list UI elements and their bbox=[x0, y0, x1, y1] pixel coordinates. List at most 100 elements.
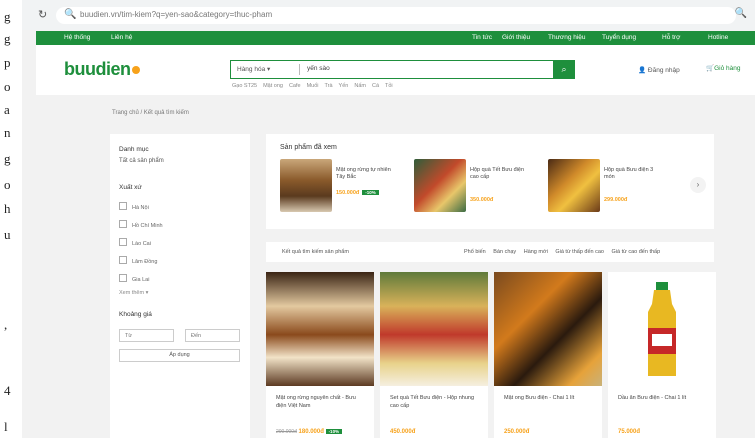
top-nav-item[interactable]: Liên hệ bbox=[111, 34, 132, 41]
old-price: 200.000đ bbox=[276, 429, 297, 435]
recently-viewed: Sản phẩm đã xem Mật ong rừng tự nhiên Tâ… bbox=[266, 134, 714, 229]
product-name: Hộp quà Bưu điện 3 món bbox=[604, 167, 654, 180]
lock-icon: 🔍 bbox=[64, 9, 77, 20]
product-card[interactable]: Dầu ăn Bưu điện - Chai 1 lít 75.000đ bbox=[608, 272, 716, 438]
doc-strip-char: o bbox=[4, 79, 11, 94]
category-title: Danh mục bbox=[119, 146, 149, 153]
origin-label: Gia Lai bbox=[132, 277, 150, 283]
product-image bbox=[380, 272, 488, 386]
checkbox-icon bbox=[119, 202, 127, 210]
viewed-product-card[interactable]: Hộp quà Tết Bưu điện cao cấp 350.000đ bbox=[414, 159, 544, 214]
category-value[interactable]: Tất cả sản phẩm bbox=[119, 158, 164, 164]
search-keyword[interactable]: Muối bbox=[307, 83, 319, 89]
top-nav-item[interactable]: Tuyển dụng bbox=[602, 34, 636, 41]
sort-options: Phổ biến Bán chạy Hàng mới Giá từ thấp đ… bbox=[458, 249, 660, 255]
product-price-row: 200.000đ 180.000đ -10% bbox=[276, 429, 343, 435]
origin-checkbox[interactable]: Lâm Đồng bbox=[119, 256, 157, 265]
sort-option[interactable]: Hàng mới bbox=[524, 249, 548, 255]
product-price: 180.000đ bbox=[298, 429, 324, 435]
sort-option[interactable]: Giá từ cao đến thấp bbox=[612, 249, 661, 255]
product-price: 350.000đ bbox=[470, 197, 494, 203]
product-name: Set quà Tết Bưu điện - Hộp nhung cao cấp bbox=[390, 395, 474, 409]
product-name: Dầu ăn Bưu điện - Chai 1 lít bbox=[618, 395, 687, 401]
product-name: Mật ong rừng nguyên chất - Bưu điện Việt… bbox=[276, 395, 356, 409]
product-image bbox=[548, 159, 600, 212]
doc-strip-char: a bbox=[4, 102, 10, 117]
breadcrumb[interactable]: Trang chủ / Kết quả tìm kiếm bbox=[112, 110, 189, 116]
oil-bottle-image bbox=[648, 282, 676, 376]
search-icon[interactable]: 🔍 bbox=[735, 8, 747, 19]
search-input[interactable]: yến sào bbox=[307, 65, 330, 72]
search-keyword[interactable]: Gạo ST25 bbox=[232, 83, 257, 89]
sort-bar: Kết quả tìm kiếm sản phẩm Phổ biến Bán c… bbox=[266, 242, 714, 262]
show-more-label: Xem thêm bbox=[119, 290, 145, 296]
search-keyword[interactable]: Trà bbox=[325, 83, 333, 89]
cart-link[interactable]: 🛒Giỏ hàng bbox=[706, 64, 740, 72]
top-nav-item[interactable]: Thương hiệu bbox=[548, 34, 586, 41]
sort-option[interactable]: Giá từ thấp đến cao bbox=[555, 249, 604, 255]
product-price: 299.000đ bbox=[604, 197, 628, 203]
search-button[interactable]: ⌕ bbox=[553, 59, 575, 79]
viewed-product-card[interactable]: Hộp quà Bưu điện 3 món 299.000đ bbox=[548, 159, 678, 214]
top-nav-item[interactable]: Hotline bbox=[708, 34, 728, 41]
address-bar[interactable]: 🔍 buudien.vn/tim-kiem?q=yen-sao&category… bbox=[56, 7, 736, 24]
product-image bbox=[494, 272, 602, 386]
product-price: 150.000đ bbox=[336, 190, 360, 196]
login-label: Đăng nhập bbox=[647, 67, 680, 74]
doc-strip-char: 4 bbox=[4, 383, 11, 398]
chevron-right-icon[interactable]: › bbox=[690, 177, 706, 193]
doc-strip-char: u bbox=[4, 227, 11, 242]
cart-icon: 🛒 bbox=[706, 65, 715, 72]
top-nav-item[interactable]: Hệ thống bbox=[64, 34, 90, 41]
reload-icon[interactable]: ↻ bbox=[38, 8, 47, 21]
discount-badge: -10% bbox=[362, 190, 379, 195]
show-more-link[interactable]: Xem thêm ▾ bbox=[119, 290, 148, 296]
origin-checkbox[interactable]: Lào Cai bbox=[119, 238, 151, 247]
site-logo[interactable]: buudien bbox=[64, 59, 140, 80]
product-image bbox=[280, 159, 332, 212]
doc-strip-char: n bbox=[4, 125, 11, 140]
origin-checkbox[interactable]: Gia Lai bbox=[119, 274, 149, 283]
checkbox-icon bbox=[119, 256, 127, 264]
product-card[interactable]: Mật ong rừng nguyên chất - Bưu điện Việt… bbox=[266, 272, 374, 438]
sort-option[interactable]: Phổ biến bbox=[464, 249, 486, 255]
search-keyword[interactable]: Yến bbox=[339, 83, 349, 89]
product-image bbox=[266, 272, 374, 386]
viewed-product-card[interactable]: Mật ong rừng tự nhiên Tây Bắc 150.000đ -1… bbox=[280, 159, 410, 214]
cart-label: Giỏ hàng bbox=[714, 65, 741, 72]
doc-strip-char: g bbox=[4, 31, 11, 46]
login-link[interactable]: 👤 Đăng nhập bbox=[638, 66, 680, 74]
checkbox-icon bbox=[119, 220, 127, 228]
discount-badge: -10% bbox=[325, 429, 343, 434]
origin-checkbox[interactable]: Hà Nội bbox=[119, 202, 149, 211]
product-price-row: 150.000đ -10% bbox=[336, 190, 379, 196]
product-name: Mật ong rừng tự nhiên Tây Bắc bbox=[336, 167, 391, 180]
top-nav-item[interactable]: Giới thiệu bbox=[502, 34, 530, 41]
price-from-input[interactable]: Từ bbox=[119, 329, 174, 342]
apply-price-button[interactable]: Áp dụng bbox=[119, 349, 240, 362]
top-nav-item[interactable]: Hỗ trợ bbox=[662, 34, 680, 41]
product-image bbox=[608, 272, 716, 386]
top-nav: Hệ thống Liên hệ Tin tức Giới thiệu Thươ… bbox=[36, 31, 755, 45]
origin-checkbox[interactable]: Hồ Chí Minh bbox=[119, 220, 163, 229]
search-keyword[interactable]: Mật ong bbox=[263, 83, 283, 89]
search-keywords: Gạo ST25 Mật ong Cafe Muối Trà Yến Nấm Cá Tỏi bbox=[232, 83, 399, 89]
search-category-select[interactable]: Hàng hóa ▾ bbox=[237, 65, 270, 73]
search-keyword[interactable]: Nấm bbox=[354, 83, 366, 89]
results-label: Kết quả tìm kiếm sản phẩm bbox=[282, 249, 349, 255]
origin-title: Xuất xứ bbox=[119, 184, 142, 191]
user-icon: 👤 bbox=[638, 67, 647, 74]
sort-option[interactable]: Bán chạy bbox=[493, 249, 516, 255]
search-category-label: Hàng hóa bbox=[237, 66, 266, 73]
search-divider bbox=[299, 64, 300, 75]
search-keyword[interactable]: Tỏi bbox=[385, 83, 393, 89]
search-keyword[interactable]: Cafe bbox=[289, 83, 301, 89]
doc-strip-char: g bbox=[4, 151, 11, 166]
price-to-input[interactable]: Đến bbox=[185, 329, 240, 342]
product-card[interactable]: Set quà Tết Bưu điện - Hộp nhung cao cấp… bbox=[380, 272, 488, 438]
top-nav-item[interactable]: Tin tức bbox=[472, 34, 492, 41]
search-keyword[interactable]: Cá bbox=[372, 83, 379, 89]
doc-strip-char: l bbox=[4, 419, 8, 434]
search-icon: ⌕ bbox=[561, 63, 567, 74]
product-card[interactable]: Mật ong Bưu điện - Chai 1 lít 250.000đ bbox=[494, 272, 602, 438]
